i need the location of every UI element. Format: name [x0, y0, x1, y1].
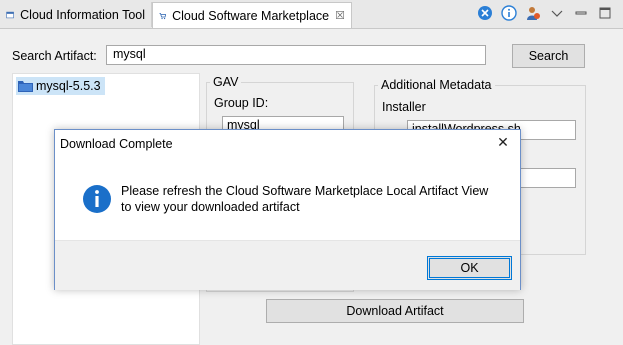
tab-label: Cloud Information Tool: [20, 7, 145, 22]
minimize-icon[interactable]: [573, 5, 589, 21]
installer-label: Installer: [382, 100, 426, 114]
metadata-title: Additional Metadata: [378, 78, 495, 92]
dialog-button-bar: OK: [55, 240, 520, 290]
cart-icon: [159, 12, 167, 19]
tab-cloud-information-tool[interactable]: Cloud Information Tool: [0, 2, 152, 27]
close-tab-icon[interactable]: ☒: [335, 9, 345, 22]
close-icon[interactable]: ✕: [494, 133, 512, 151]
view-toolbar: [477, 5, 613, 21]
maximize-icon[interactable]: [597, 5, 613, 21]
search-label: Search Artifact:: [12, 49, 97, 63]
search-button[interactable]: Search: [512, 44, 585, 68]
tree-item-label: mysql-5.5.3: [36, 79, 101, 93]
user-icon[interactable]: [525, 5, 541, 21]
dialog-message: Please refresh the Cloud Software Market…: [121, 184, 489, 214]
ok-button[interactable]: OK: [427, 256, 512, 280]
group-id-label: Group ID:: [214, 96, 269, 110]
download-artifact-button[interactable]: Download Artifact: [266, 299, 524, 323]
folder-icon: [18, 81, 33, 92]
view-menu-icon[interactable]: [549, 5, 565, 21]
dialog-title: Download Complete: [60, 137, 173, 151]
tab-cloud-software-marketplace[interactable]: Cloud Software Marketplace ☒: [152, 2, 352, 28]
download-complete-dialog: Download Complete ✕ Please refresh the C…: [54, 129, 521, 290]
tab-bar: Cloud Information Tool Cloud Software Ma…: [0, 0, 623, 29]
window-icon: [6, 11, 14, 18]
gav-title: GAV: [210, 75, 242, 89]
tab-label: Cloud Software Marketplace: [172, 8, 330, 23]
refresh-icon[interactable]: [477, 5, 493, 21]
search-input[interactable]: mysql: [106, 45, 486, 65]
information-icon: [83, 185, 111, 213]
info-icon[interactable]: [501, 5, 517, 21]
tree-item[interactable]: mysql-5.5.3: [16, 77, 105, 95]
